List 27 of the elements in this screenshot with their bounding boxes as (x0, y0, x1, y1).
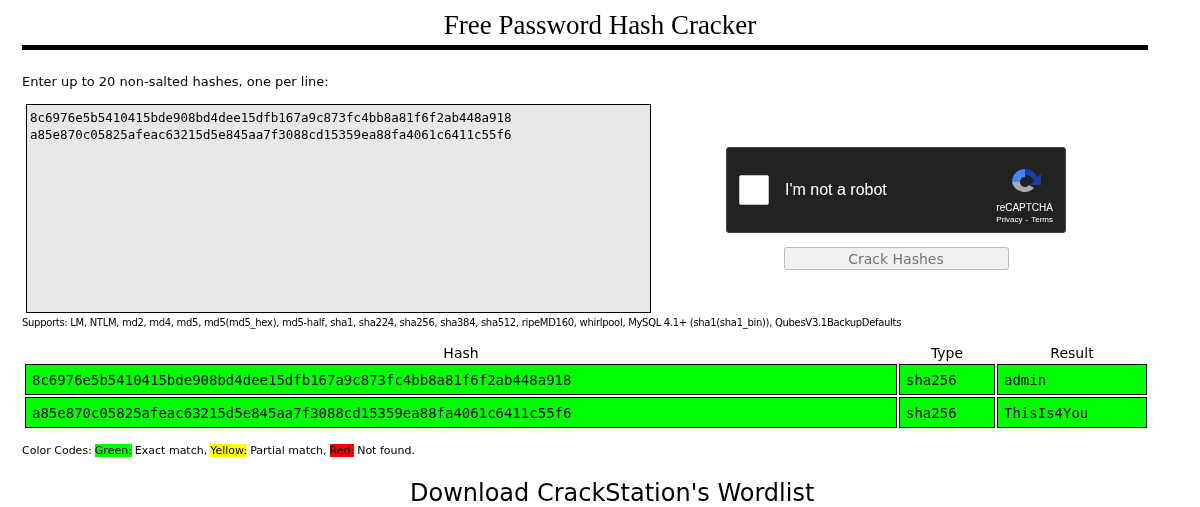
color-code-tag: Green: (94, 444, 132, 457)
terms-link[interactable]: Terms (1031, 214, 1053, 224)
link-separator: - (1025, 214, 1029, 224)
color-code-meaning: Partial match, (250, 444, 327, 457)
hash-input-field[interactable]: 8c6976e5b5410415bde908bd4dee15dfb167a9c873fc4bb8a81f6f2ab448a918 a85e870c05825afeac63215d5e845aa7f3088cd15359ea88fa4061c6411c55f6 (26, 104, 651, 313)
column-header: Hash (442, 344, 480, 362)
privacy-link[interactable]: Privacy (996, 214, 1023, 224)
type-cell: sha256 (899, 364, 995, 395)
type-cell: sha256 (899, 397, 995, 428)
captcha-checkbox[interactable] (739, 175, 769, 205)
hash-cell: 8c6976e5b5410415bde908bd4dee15dfb167a9c873fc4bb8a81f6f2ab448a918 (25, 364, 897, 395)
color-codes-label: Color Codes: (22, 444, 92, 457)
input-label: Enter up to 20 non-salted hashes, one per line: (22, 74, 330, 90)
result-cell: admin (997, 364, 1147, 395)
captcha-brand: reCAPTCHA (996, 201, 1053, 213)
section-heading: Download CrackStation's Wordlist (410, 479, 816, 507)
hash-cell: a85e870c05825afeac63215d5e845aa7f3088cd15359ea88fa4061c6411c55f6 (25, 397, 897, 428)
captcha-label: I'm not a robot (785, 181, 888, 199)
color-code-tag: Yellow: (210, 444, 248, 457)
column-header: Result (1049, 344, 1095, 362)
supported-formats-text: Supports: LM, NTLM, md2, md4, md5, md5(md5_hex), md5-half, sha1, sha224, sha256, sha384, sha512, ripeMD160, whirlpool, MySQL 4.1+ (sha1(sha1_bin)), QubesV3.1BackupDefaults (22, 317, 903, 328)
color-code-tag: Red: (329, 444, 355, 457)
column-header: Type (929, 344, 965, 362)
result-cell: ThisIs4You (997, 397, 1147, 428)
color-code-meaning: Exact match, (134, 444, 208, 457)
page-title: Free Password Hash Cracker (442, 9, 758, 42)
color-code-meaning: Not found. (357, 444, 415, 457)
